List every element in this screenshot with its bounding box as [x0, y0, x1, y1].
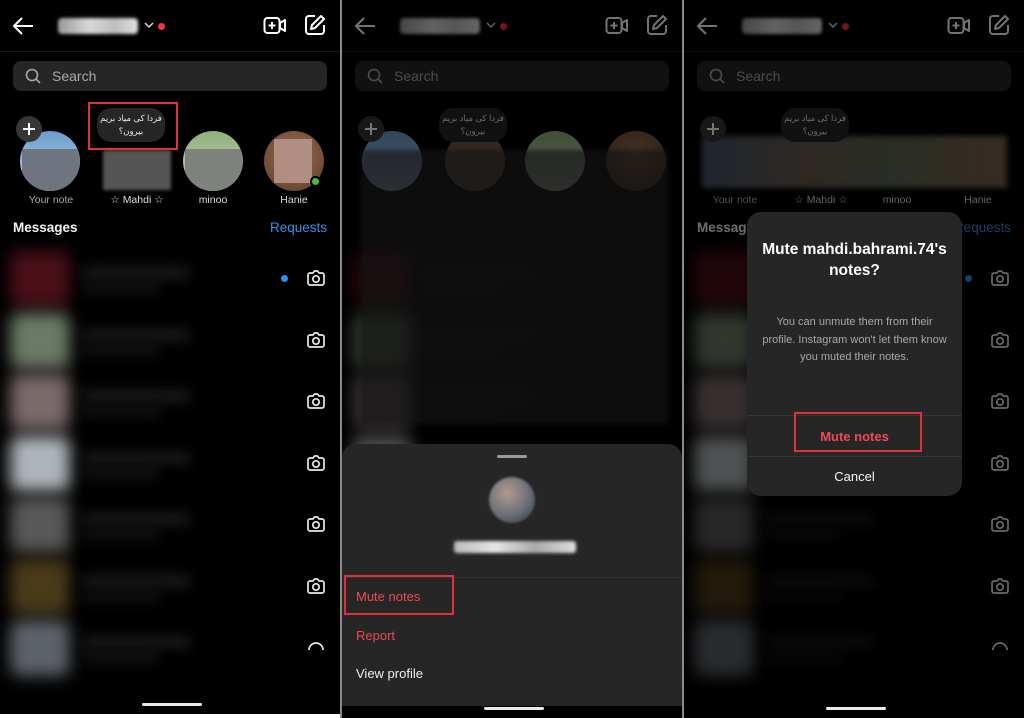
conversation-row[interactable] — [6, 370, 340, 432]
report-option[interactable]: Report — [356, 628, 395, 643]
highlight-box — [88, 102, 178, 150]
account-username[interactable] — [58, 18, 138, 34]
conversation-preview — [81, 406, 161, 416]
divider — [747, 456, 962, 457]
avatar — [10, 374, 70, 430]
home-indicator[interactable] — [142, 703, 202, 706]
panel-dialog: Search فردا کی میاد بریم بیرون؟ Your not… — [684, 0, 1024, 718]
conversation-row[interactable] — [6, 309, 340, 371]
conversation-name — [81, 574, 191, 587]
online-indicator — [310, 176, 321, 187]
notes-tray: Your note فردا کی میاد بریم بیرون؟ ☆ Mah… — [0, 100, 340, 215]
conversation-preview — [81, 590, 161, 601]
conversation-row[interactable] — [6, 432, 340, 494]
top-bar — [0, 0, 340, 52]
avatar — [10, 620, 70, 676]
conversation-preview — [81, 344, 161, 355]
avatar — [10, 558, 70, 615]
note-avatar-minoo[interactable] — [183, 131, 243, 191]
dialog-title: Mute mahdi.bahrami.74's notes? — [762, 241, 947, 279]
conversation-preview — [81, 652, 161, 662]
conversation-name — [81, 267, 191, 279]
privacy-blur — [361, 150, 668, 424]
chevron-down-icon[interactable] — [143, 20, 155, 30]
messages-heading: Messages — [13, 220, 78, 235]
conversation-name — [81, 513, 191, 525]
home-indicator[interactable] — [826, 707, 886, 710]
camera-icon[interactable] — [306, 515, 326, 533]
home-indicator[interactable] — [484, 707, 544, 710]
note-avatar-mahdi[interactable] — [103, 150, 171, 190]
conversation-row[interactable] — [6, 247, 340, 309]
note-label: Hanie — [280, 194, 308, 206]
highlight-box — [794, 412, 922, 452]
camera-icon[interactable] — [306, 577, 326, 595]
cancel-button[interactable]: Cancel — [747, 469, 962, 484]
sheet-username — [454, 541, 576, 553]
note-label: minoo — [198, 194, 228, 206]
conversation-name — [81, 636, 191, 648]
conversation-name — [81, 390, 191, 402]
avatar — [10, 251, 70, 307]
edit-icon[interactable] — [304, 14, 326, 36]
avatar — [10, 497, 70, 553]
camera-icon[interactable] — [306, 331, 326, 349]
highlight-box — [344, 575, 454, 615]
search-icon — [25, 68, 41, 84]
requests-link[interactable]: Requests — [270, 220, 327, 235]
conversation-name — [81, 451, 191, 464]
conversation-row[interactable] — [6, 616, 340, 678]
camera-icon[interactable] — [306, 392, 326, 410]
note-label: Your note — [28, 194, 74, 206]
bottom-sheet: Mute notes Report View profile — [342, 444, 682, 706]
panel-inbox: Search Your note فردا کی میاد بریم بیرون… — [0, 0, 340, 714]
conversation-preview — [81, 529, 161, 539]
notification-dot — [158, 23, 165, 30]
conversation-row[interactable] — [6, 555, 340, 617]
camera-icon[interactable] — [306, 454, 326, 472]
profile-avatar — [489, 477, 535, 523]
conversation-row[interactable] — [6, 493, 340, 555]
search-placeholder: Search — [52, 68, 97, 84]
camera-icon[interactable] — [306, 269, 326, 287]
video-plus-icon[interactable] — [263, 15, 287, 37]
avatar — [10, 435, 70, 492]
mute-dialog: Mute mahdi.bahrami.74's notes? You can u… — [747, 212, 962, 496]
view-profile-option[interactable]: View profile — [356, 666, 423, 681]
unread-dot — [281, 275, 288, 282]
dialog-message: You can unmute them from their profile. … — [762, 316, 947, 363]
add-note-button[interactable] — [16, 116, 42, 142]
drag-handle[interactable] — [497, 455, 527, 458]
arrow-left-icon[interactable] — [12, 16, 34, 36]
panel-bottom-sheet: Search فردا کی میاد بریم بیرون؟ Mute not… — [342, 0, 682, 718]
conversation-preview — [81, 467, 161, 478]
collapse-icon[interactable] — [306, 638, 326, 656]
avatar — [10, 312, 70, 369]
conversation-name — [81, 328, 191, 341]
conversation-preview — [81, 283, 161, 293]
search-input[interactable]: Search — [13, 61, 327, 91]
